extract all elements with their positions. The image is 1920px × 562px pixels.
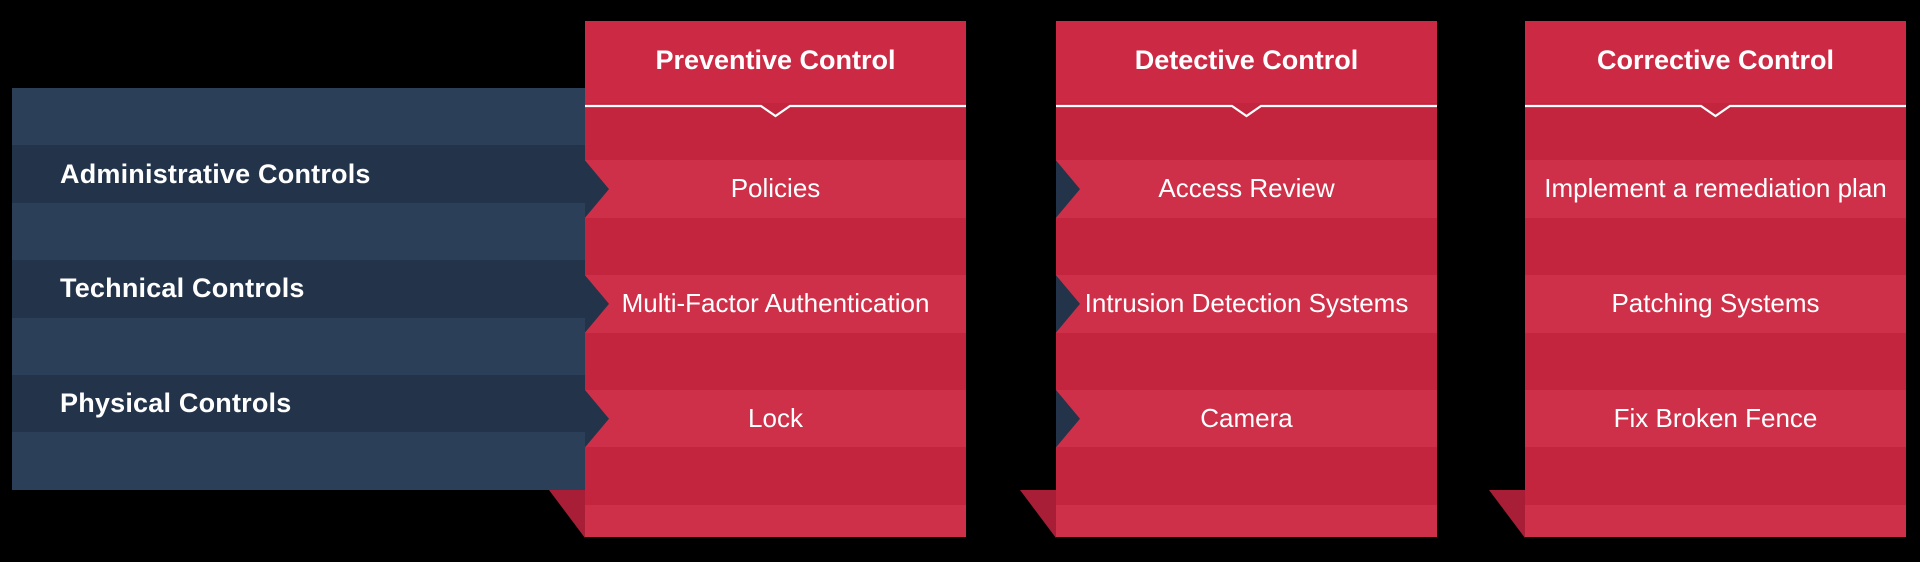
panel-band: [12, 432, 592, 490]
row-label-administrative-controls[interactable]: Administrative Controls: [12, 145, 592, 202]
panel-band: [12, 317, 592, 375]
column-body-detective-control: Access Review Intrusion Detection System…: [1056, 103, 1437, 537]
column-header-corrective-control[interactable]: Corrective Control: [1525, 21, 1906, 103]
column-fold-shadow: [1489, 490, 1525, 538]
cell-band: [585, 504, 966, 537]
row-label-physical-controls[interactable]: Physical Controls: [12, 375, 592, 432]
cell-band: [1525, 332, 1906, 390]
matrix-cell[interactable]: Fix Broken Fence: [1525, 390, 1906, 447]
matrix-cell[interactable]: Lock: [585, 390, 966, 447]
column-detective-control[interactable]: Detective Control Access Review Intrusio…: [1020, 21, 1437, 538]
panel-band: [12, 88, 592, 146]
column-body-corrective-control: Implement a remediation plan Patching Sy…: [1525, 103, 1906, 537]
panel-band: [12, 202, 592, 261]
row-label-text: Technical Controls: [60, 273, 305, 304]
cell-band: [1056, 332, 1437, 390]
column-body-preventive-control: Policies Multi-Factor Authentication Loc…: [585, 103, 966, 537]
column-header-text: Detective Control: [1134, 44, 1359, 75]
cell-band: [1056, 504, 1437, 537]
column-header-text: Corrective Control: [1596, 44, 1835, 75]
cell-band: [1056, 103, 1437, 161]
cell-band: [1056, 217, 1437, 276]
matrix-cell[interactable]: Policies: [585, 160, 966, 217]
row-label-panel: Administrative Controls Technical Contro…: [12, 88, 616, 490]
matrix-cell[interactable]: Multi-Factor Authentication: [585, 275, 966, 332]
cell-band: [1525, 504, 1906, 537]
column-preventive-control[interactable]: Preventive Control Policies Multi-Factor…: [549, 21, 966, 538]
matrix-cell[interactable]: Intrusion Detection Systems: [1056, 275, 1437, 332]
column-fold-shadow: [549, 490, 585, 538]
matrix-cell[interactable]: Camera: [1056, 390, 1437, 447]
column-header-preventive-control[interactable]: Preventive Control: [585, 21, 966, 103]
cell-band: [585, 447, 966, 505]
column-header-text: Preventive Control: [655, 44, 896, 75]
matrix-cell[interactable]: Patching Systems: [1525, 275, 1906, 332]
cell-band: [1056, 447, 1437, 505]
matrix-cell[interactable]: Implement a remediation plan: [1525, 147, 1906, 231]
row-label-text: Administrative Controls: [60, 158, 371, 189]
cell-band: [585, 217, 966, 276]
cell-band: [585, 332, 966, 390]
cell-band: [585, 103, 966, 161]
column-fold-shadow: [1020, 490, 1056, 538]
column-header-detective-control[interactable]: Detective Control: [1056, 21, 1437, 103]
matrix-cell[interactable]: Access Review: [1056, 160, 1437, 217]
cell-band: [1525, 447, 1906, 505]
row-label-technical-controls[interactable]: Technical Controls: [12, 260, 592, 317]
row-label-text: Physical Controls: [60, 388, 292, 419]
column-corrective-control[interactable]: Corrective Control Implement a remediati…: [1489, 21, 1906, 538]
controls-matrix-diagram: Administrative Controls Technical Contro…: [0, 0, 1920, 562]
